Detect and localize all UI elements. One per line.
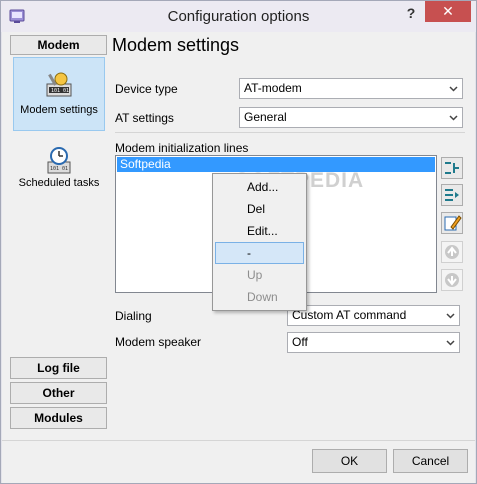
- menu-item-separator[interactable]: -: [215, 242, 304, 264]
- device-type-label: Device type: [115, 82, 178, 96]
- dialing-label: Dialing: [115, 309, 152, 323]
- speaker-label: Modem speaker: [115, 335, 202, 349]
- edit-line-button[interactable]: [441, 212, 463, 234]
- insert-icon: [445, 162, 459, 174]
- configuration-window: Configuration options ? ✕ Modem 101 01 M…: [0, 0, 477, 484]
- move-down-button[interactable]: [441, 269, 463, 291]
- cancel-button[interactable]: Cancel: [393, 449, 468, 473]
- edit-icon: [444, 215, 462, 231]
- device-type-combo[interactable]: AT-modem: [239, 78, 463, 99]
- clock-icon: 101 01: [47, 147, 71, 174]
- move-up-button[interactable]: [441, 241, 463, 263]
- dialog-client: Modem 101 01 Modem settings 101 01 Sched…: [2, 32, 475, 483]
- nav-other-button[interactable]: Other: [10, 382, 107, 404]
- nav-header-modem[interactable]: Modem: [10, 35, 107, 55]
- close-button[interactable]: ✕: [425, 1, 471, 22]
- help-button[interactable]: ?: [399, 4, 423, 24]
- button-bar: OK Cancel: [2, 441, 475, 483]
- ok-button[interactable]: OK: [312, 449, 387, 473]
- menu-item-del[interactable]: Del: [215, 198, 304, 220]
- title-bar[interactable]: Configuration options ? ✕: [1, 1, 476, 32]
- divider: [115, 132, 465, 133]
- page-title: Modem settings: [112, 35, 240, 55]
- at-settings-label: AT settings: [115, 111, 174, 125]
- modem-settings-icon: 101 01: [46, 72, 72, 97]
- init-lines-label: Modem initialization lines: [115, 141, 249, 155]
- nav-log-file-button[interactable]: Log file: [10, 357, 107, 379]
- speaker-value: Off: [292, 335, 308, 349]
- insert-line-button[interactable]: [441, 157, 463, 179]
- device-type-value: AT-modem: [244, 81, 302, 95]
- nav-item-label: Scheduled tasks: [18, 177, 100, 189]
- dialing-value: Custom AT command: [292, 308, 407, 322]
- nav-modules-button[interactable]: Modules: [10, 407, 107, 429]
- at-settings-combo[interactable]: General: [239, 107, 463, 128]
- chevron-down-icon: [446, 340, 455, 346]
- nav-item-scheduled-tasks[interactable]: 101 01 Scheduled tasks: [13, 145, 105, 197]
- menu-item-edit[interactable]: Edit...: [215, 220, 304, 242]
- svg-text:101 01: 101 01: [51, 88, 69, 94]
- chevron-down-icon: [449, 115, 458, 121]
- append-icon: [445, 189, 459, 201]
- at-settings-value: General: [244, 110, 287, 124]
- menu-item-up[interactable]: Up: [215, 264, 304, 286]
- chevron-down-icon: [449, 86, 458, 92]
- speaker-combo[interactable]: Off: [287, 332, 460, 353]
- dialing-combo[interactable]: Custom AT command: [287, 305, 460, 326]
- menu-item-down[interactable]: Down: [215, 286, 304, 308]
- nav-item-modem-settings[interactable]: 101 01 Modem settings: [13, 57, 105, 131]
- context-menu: Add... Del Edit... - Up Down: [212, 173, 307, 311]
- nav-item-label: Modem settings: [20, 104, 98, 116]
- chevron-down-icon: [446, 313, 455, 319]
- arrow-up-icon: [445, 245, 459, 259]
- append-line-button[interactable]: [441, 184, 463, 206]
- arrow-down-icon: [445, 273, 459, 287]
- svg-text:101 01: 101 01: [50, 166, 68, 172]
- menu-item-add[interactable]: Add...: [215, 176, 304, 198]
